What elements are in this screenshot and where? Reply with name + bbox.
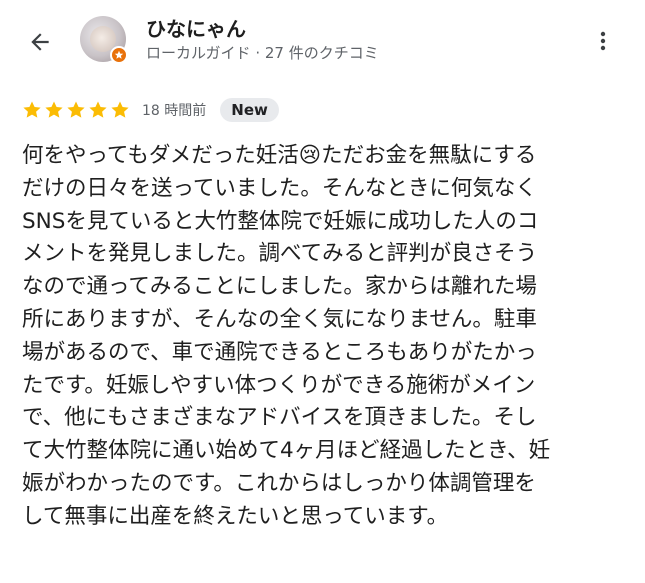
star-icon bbox=[45, 101, 63, 118]
review-text: 何をやってもダメだった妊活😢ただお金を無駄にする だけの日々を送っていました。そん… bbox=[22, 140, 622, 534]
star-icon bbox=[89, 101, 107, 118]
star-rating bbox=[22, 100, 130, 120]
new-badge: New bbox=[220, 98, 279, 122]
user-meta: ローカルガイド · 27 件のクチコミ bbox=[146, 44, 379, 62]
back-button[interactable] bbox=[22, 24, 58, 60]
star-icon bbox=[67, 101, 85, 118]
star-icon bbox=[111, 101, 129, 118]
review-line: たです。妊娠しやすい体つくりができる施術がメイン bbox=[22, 372, 536, 398]
review-line: 所にありますが、そんなの全く気になりません。駐車 bbox=[22, 306, 537, 332]
review-line: SNSを見ていると大竹整体院で妊娠に成功した人のコ bbox=[22, 208, 539, 234]
review-line: だけの日々を送っていました。そんなときに何気なく bbox=[22, 175, 537, 201]
review-line: 娠がわかったのです。これからはしっかり体調管理を bbox=[22, 470, 536, 496]
star-icon bbox=[23, 101, 41, 118]
user-name[interactable]: ひなにゃん bbox=[146, 13, 246, 42]
review-line: して無事に出産を終えたいと思っています。 bbox=[22, 503, 449, 529]
review-line: なので通ってみることにしました。家からは離れた場 bbox=[22, 274, 537, 300]
arrow-left-icon bbox=[31, 33, 49, 51]
rating-row: 18 時間前 New bbox=[22, 96, 279, 124]
local-guide-badge-icon bbox=[110, 46, 128, 64]
star-small-icon bbox=[114, 50, 124, 59]
review-line: て大竹整体院に通い始めて4ヶ月ほど経過したとき、妊 bbox=[22, 438, 551, 464]
review-line: 場があるので、車で通院できるところもありがたかっ bbox=[22, 339, 537, 365]
review-time: 18 時間前 bbox=[142, 103, 207, 119]
more-options-button[interactable] bbox=[588, 26, 618, 56]
review-line: 何をやってもダメだった妊活😢ただお金を無駄にする bbox=[22, 143, 537, 168]
review-line: で、他にもさまざまなアドバイスを頂きました。そし bbox=[22, 405, 537, 431]
more-vert-icon bbox=[600, 31, 606, 51]
review-line: メントを発見しました。調べてみると評判が良さそう bbox=[22, 241, 538, 267]
avatar[interactable] bbox=[80, 16, 128, 64]
